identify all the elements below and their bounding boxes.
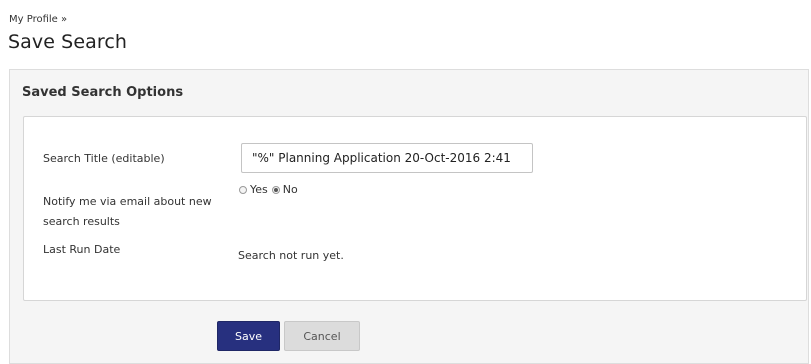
notify-yes-label: Yes (250, 183, 268, 196)
last-run-date-value: Search not run yet. (238, 249, 344, 262)
search-title-label: Search Title (editable) (43, 152, 165, 165)
notify-yes-option[interactable]: Yes (239, 183, 268, 196)
breadcrumb-my-profile-link[interactable]: My Profile (9, 14, 58, 25)
options-form: Search Title (editable) Notify me via em… (23, 116, 807, 301)
page-title: Save Search (8, 31, 128, 53)
notify-yes-radio[interactable] (239, 185, 247, 194)
notify-no-option[interactable]: No (271, 183, 298, 196)
save-button[interactable]: Save (217, 321, 280, 351)
last-run-date-label: Last Run Date (43, 243, 121, 256)
notify-email-label: Notify me via email about new search res… (43, 195, 212, 228)
notify-radio-group: Yes No (239, 183, 302, 196)
search-title-input[interactable] (241, 143, 533, 173)
breadcrumb: My Profile » (9, 14, 67, 25)
notify-no-label: No (282, 183, 298, 196)
panel-heading: Saved Search Options (22, 85, 184, 100)
notify-no-radio[interactable] (271, 185, 280, 194)
saved-search-options-panel: Saved Search Options Search Title (edita… (9, 69, 809, 364)
cancel-button[interactable]: Cancel (284, 321, 360, 351)
breadcrumb-separator: » (61, 14, 68, 25)
